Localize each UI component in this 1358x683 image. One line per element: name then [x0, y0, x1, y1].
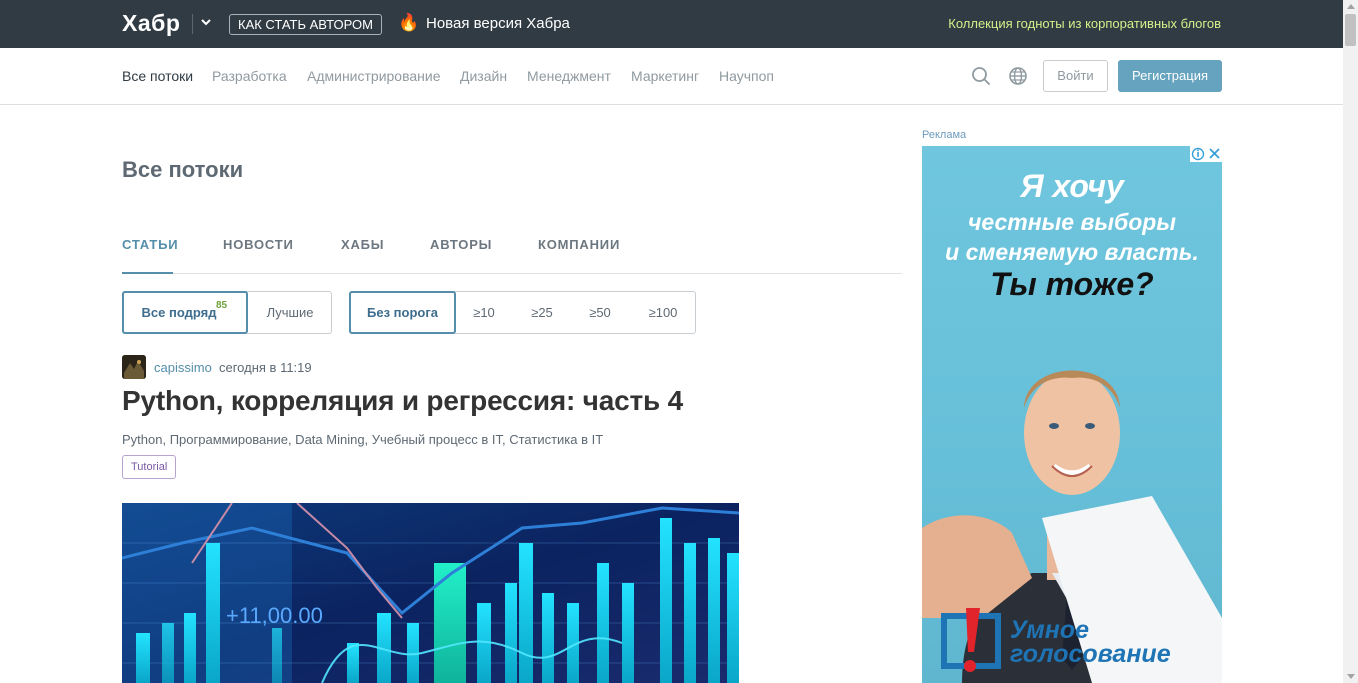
smart-voting-logo-icon	[941, 608, 1001, 672]
new-version-link[interactable]: Новая версия Хабра	[426, 15, 570, 32]
post-title[interactable]: Python, корреляция и регрессия: часть 4	[122, 385, 683, 417]
scroll-down-arrow[interactable]	[1347, 674, 1355, 679]
ad-controls[interactable]	[1190, 146, 1222, 162]
register-button[interactable]: Регистрация	[1118, 60, 1222, 92]
cover-image-text: +11,00.00	[226, 603, 323, 628]
tutorial-badge[interactable]: Tutorial	[122, 455, 177, 479]
corporate-blogs-link[interactable]: Коллекция годноты из корпоративных блого…	[948, 16, 1221, 31]
active-tab-indicator	[122, 272, 173, 274]
nav-development[interactable]: Разработка	[212, 68, 287, 84]
ad-close-icon[interactable]	[1190, 146, 1222, 162]
flows-navbar: Все потоки Разработка Администрирование …	[0, 48, 1343, 105]
post-time: сегодня в 11:19	[219, 360, 312, 375]
ad-label: Реклама	[922, 129, 967, 141]
nav-administration[interactable]: Администрирование	[307, 68, 441, 84]
logo-divider	[192, 14, 193, 34]
threshold-none-button[interactable]: Без порога	[349, 291, 456, 334]
top-bar: Хабр Как стать автором 🔥 Новая версия Ха…	[0, 0, 1343, 48]
page-title: Все потоки	[122, 157, 244, 182]
threshold-filter-group: Без порога ≥10 ≥25 ≥50 ≥100	[349, 291, 696, 334]
tab-news[interactable]: Новости	[223, 237, 294, 252]
nav-popsci[interactable]: Научпоп	[719, 68, 774, 84]
tab-companies[interactable]: Компании	[538, 237, 620, 252]
ad-headline-2: честные выборы	[968, 209, 1176, 235]
globe-icon[interactable]	[1008, 66, 1028, 86]
sort-best-button[interactable]: Лучшие	[248, 292, 332, 333]
habr-logo[interactable]: Хабр	[122, 10, 180, 37]
ad-brand-line-1: Умное	[1010, 616, 1090, 644]
threshold-100-button[interactable]: ≥100	[630, 292, 696, 333]
threshold-50-button[interactable]: ≥50	[572, 292, 628, 333]
author-avatar[interactable]	[122, 355, 146, 379]
chevron-down-icon[interactable]	[199, 15, 213, 29]
how-to-become-author-button[interactable]: Как стать автором	[229, 14, 382, 35]
scroll-thumb[interactable]	[1345, 14, 1356, 46]
post-cover-image[interactable]: +11,00.00	[122, 503, 739, 683]
login-button[interactable]: Войти	[1043, 60, 1108, 92]
nav-marketing[interactable]: Маркетинг	[631, 68, 699, 84]
tab-authors[interactable]: Авторы	[430, 237, 492, 252]
ad-banner[interactable]: Я хочу честные выборы и сменяемую власть…	[922, 146, 1222, 683]
post-hubs[interactable]: Python, Программирование, Data Mining, У…	[122, 432, 603, 447]
nav-design[interactable]: Дизайн	[460, 68, 507, 84]
sort-all-count: 85	[216, 300, 228, 311]
page-scrollbar[interactable]	[1343, 0, 1358, 683]
tab-hubs[interactable]: Хабы	[341, 237, 384, 252]
scroll-up-arrow[interactable]	[1347, 4, 1355, 9]
sort-all-label: Все подряд	[141, 305, 217, 320]
ad-headline-3: и сменяемую власть.	[945, 239, 1199, 265]
ad-headline-1: Я хочу	[1020, 168, 1124, 204]
threshold-10-button[interactable]: ≥10	[456, 292, 512, 333]
sort-filter-group: Все подряд 85 Лучшие	[122, 291, 332, 334]
search-icon[interactable]	[971, 66, 991, 86]
ad-headline-4: Ты тоже?	[990, 266, 1154, 302]
sort-all-button[interactable]: Все подряд 85	[122, 291, 248, 334]
tabs-divider	[122, 273, 902, 274]
ad-brand-line-2: голосование	[1010, 640, 1171, 668]
tab-articles[interactable]: Статьи	[122, 237, 178, 252]
fire-icon: 🔥	[398, 13, 420, 32]
post-author[interactable]: capissimo	[154, 360, 212, 375]
nav-all-flows[interactable]: Все потоки	[122, 68, 193, 84]
threshold-25-button[interactable]: ≥25	[514, 292, 570, 333]
nav-management[interactable]: Менеджмент	[527, 68, 611, 84]
